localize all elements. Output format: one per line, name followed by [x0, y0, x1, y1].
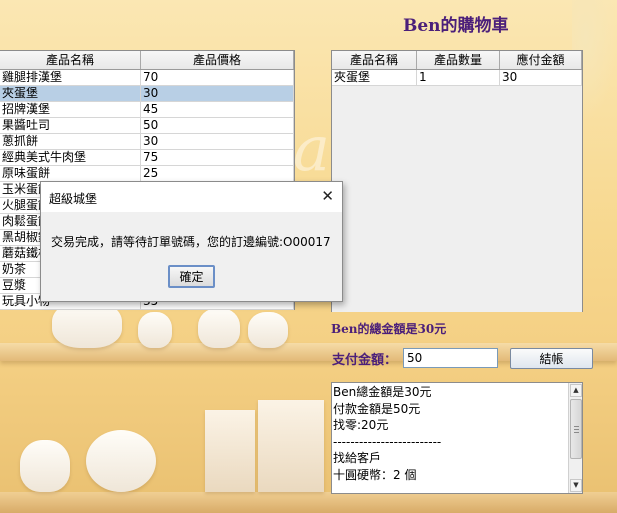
scroll-down-arrow-icon[interactable]: ▼: [570, 479, 582, 492]
dialog-message: 交易完成，請等待訂單號碼，您的訂邊編號:O00017: [51, 235, 331, 249]
product-table-header: 產品名稱 產品價格: [0, 51, 294, 70]
product-name-cell[interactable]: 夾蛋堡: [0, 86, 141, 101]
product-name-cell[interactable]: 蔥抓餅: [0, 134, 141, 149]
product-name-cell[interactable]: 經典美式牛肉堡: [0, 150, 141, 165]
background-cup: [138, 312, 172, 348]
cart-table[interactable]: 產品名稱 產品數量 應付金額 夾蛋堡 1 30: [331, 50, 583, 312]
background-shelf-bottom: [0, 492, 617, 513]
column-header-quantity[interactable]: 產品數量: [417, 51, 500, 69]
total-amount-label: Ben的總金額是30元: [331, 322, 447, 336]
product-price-cell[interactable]: 30: [141, 134, 294, 149]
product-price-cell[interactable]: 50: [141, 118, 294, 133]
column-header-product-price[interactable]: 產品價格: [141, 51, 294, 69]
product-name-cell[interactable]: 果醬吐司: [0, 118, 141, 133]
receipt-text-area[interactable]: Ben總金額是30元 付款金額是50元 找零:20元 -------------…: [331, 382, 583, 494]
ok-button[interactable]: 確定: [168, 265, 215, 288]
scrollbar-thumb[interactable]: [570, 399, 582, 459]
background-letter-decoration: a: [293, 112, 330, 185]
table-row[interactable]: 經典美式牛肉堡 75: [0, 150, 294, 166]
product-price-cell[interactable]: 30: [141, 86, 294, 101]
cart-table-body: 夾蛋堡 1 30: [332, 70, 582, 312]
background-box: [205, 410, 255, 492]
table-row[interactable]: 招牌漢堡 45: [0, 102, 294, 118]
product-price-cell[interactable]: 75: [141, 150, 294, 165]
table-row[interactable]: 蔥抓餅 30: [0, 134, 294, 150]
cart-quantity-cell[interactable]: 1: [417, 70, 500, 85]
background-cup: [198, 308, 240, 348]
background-box: [258, 400, 324, 492]
background-mug: [20, 440, 70, 492]
table-row[interactable]: 夾蛋堡 30: [0, 86, 294, 102]
cart-amount-cell[interactable]: 30: [500, 70, 582, 85]
column-header-product-name[interactable]: 產品名稱: [332, 51, 417, 69]
payment-amount-label: 支付金額：: [332, 353, 398, 368]
product-name-cell[interactable]: 原味蛋餅: [0, 166, 141, 181]
table-row[interactable]: 原味蛋餅 25: [0, 166, 294, 182]
dialog-title: 超級城堡: [49, 192, 98, 206]
product-name-cell[interactable]: 雞腿排漢堡: [0, 70, 141, 85]
receipt-text: Ben總金額是30元 付款金額是50元 找零:20元 -------------…: [333, 385, 442, 482]
payment-amount-input[interactable]: [403, 348, 498, 368]
cart-product-name-cell[interactable]: 夾蛋堡: [332, 70, 417, 85]
cart-table-header: 產品名稱 產品數量 應付金額: [332, 51, 582, 70]
product-price-cell[interactable]: 25: [141, 166, 294, 181]
column-header-product-name[interactable]: 產品名稱: [0, 51, 141, 69]
page-title: Ben的購物車: [403, 16, 509, 36]
close-icon[interactable]: ✕: [321, 187, 334, 205]
table-row[interactable]: 雞腿排漢堡 70: [0, 70, 294, 86]
checkout-button[interactable]: 結帳: [510, 348, 593, 369]
table-row[interactable]: 夾蛋堡 1 30: [332, 70, 582, 86]
column-header-amount-due[interactable]: 應付金額: [500, 51, 582, 69]
background-plush-toy: [86, 430, 156, 492]
scroll-up-arrow-icon[interactable]: ▲: [570, 384, 582, 397]
product-price-cell[interactable]: 70: [141, 70, 294, 85]
background-cup: [248, 312, 288, 348]
product-price-cell[interactable]: 45: [141, 102, 294, 117]
product-name-cell[interactable]: 招牌漢堡: [0, 102, 141, 117]
transaction-complete-dialog: 超級城堡 ✕ 交易完成，請等待訂單號碼，您的訂邊編號:O00017 確定: [40, 181, 343, 302]
dialog-title-bar[interactable]: 超級城堡 ✕: [41, 182, 342, 212]
receipt-scrollbar[interactable]: ▲ ▼: [568, 383, 582, 493]
table-row[interactable]: 果醬吐司 50: [0, 118, 294, 134]
